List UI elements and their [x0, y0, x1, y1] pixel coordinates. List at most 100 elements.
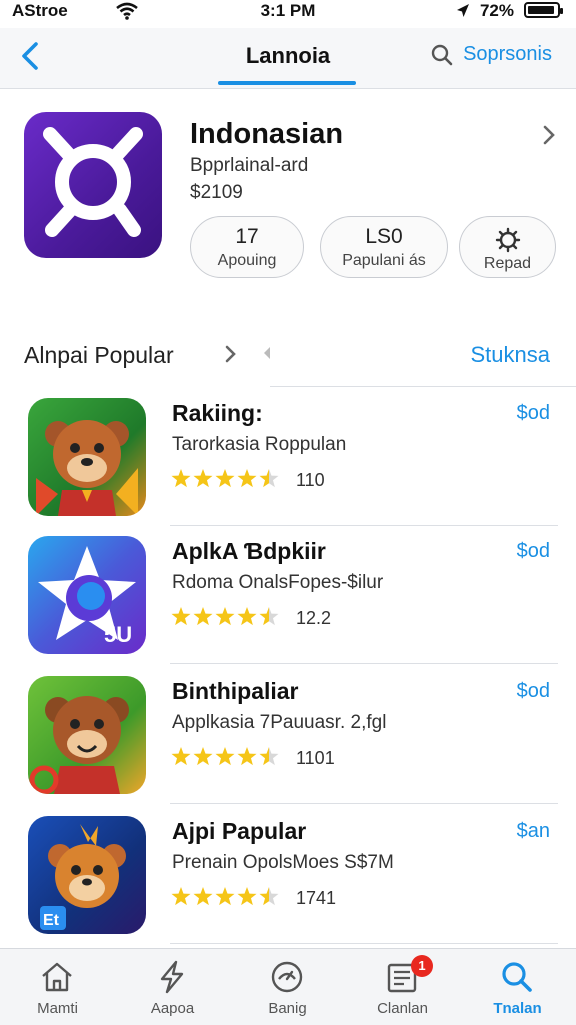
chevron-right-icon[interactable]	[224, 344, 238, 364]
bear-mascot-icon	[36, 420, 138, 516]
tab-label: Clanlan	[377, 1000, 428, 1017]
app-title: Indonasian	[190, 118, 344, 150]
search-icon	[431, 44, 453, 65]
star-icon	[259, 747, 279, 766]
tab-apps[interactable]: Aapoa	[115, 949, 230, 1025]
star-icon	[237, 747, 257, 766]
status-bar: AStroe 3:1 PM 72%	[0, 0, 576, 28]
nav-title-indicator	[218, 81, 356, 85]
tab-news[interactable]: 1 Clanlan	[345, 949, 460, 1025]
star-icon	[193, 887, 213, 906]
star-icon	[237, 887, 257, 906]
tab-label: Banig	[268, 1000, 307, 1017]
section-divider	[270, 386, 576, 387]
price-button[interactable]: $od	[517, 402, 550, 425]
app-thumbnail	[28, 676, 146, 794]
star-icon	[237, 469, 257, 488]
app-icon[interactable]	[24, 112, 162, 258]
app-price: $2109	[190, 182, 243, 203]
bear-mascot-icon: Et	[40, 824, 126, 930]
app-name: Ajpi Papular	[172, 818, 307, 844]
star-icon	[193, 469, 213, 488]
rating-count: 1741	[296, 888, 337, 908]
star-rating-icon	[171, 887, 279, 906]
app-thumbnail: Et	[28, 816, 146, 934]
nav-search-label: Soprsonis	[463, 43, 552, 65]
app-logo-icon	[43, 127, 143, 237]
price-button[interactable]: $od	[517, 540, 550, 563]
notification-badge: 1	[411, 955, 433, 977]
tab-label: Mamti	[37, 1000, 78, 1017]
lightning-icon	[160, 960, 184, 994]
popular-pill[interactable]: LS0 Papulani ás	[320, 216, 448, 278]
tab-games[interactable]: Banig	[230, 949, 345, 1025]
popular-pill-value: LS0	[365, 225, 403, 248]
list-item[interactable]: Et Ajpi Papular Prenain OpolsMoes S$7M 1…	[0, 806, 576, 944]
star-icon	[171, 607, 191, 626]
location-icon	[457, 4, 469, 17]
app-name: Binthipaliar	[172, 678, 299, 704]
star-icon	[237, 607, 257, 626]
battery-icon	[524, 2, 563, 18]
nav-search-button[interactable]: Soprsonis	[431, 43, 552, 66]
section-see-all-link[interactable]: Stuknsa	[471, 342, 551, 368]
star-rating-icon	[171, 469, 279, 488]
rating-pill[interactable]: 17 Apouing	[190, 216, 304, 278]
gauge-icon	[271, 961, 303, 993]
nav-bar: Lannoia Soprsonis	[0, 28, 576, 89]
list-item[interactable]: Rakiing: Tarorkasia Roppulan 110 $od	[0, 388, 576, 526]
row-divider	[170, 803, 558, 804]
rating-pill-label: Apouing	[217, 252, 277, 269]
star-icon	[171, 747, 191, 766]
star-icon	[171, 469, 191, 488]
app-description: Rdoma OnalsFopes-$ilur	[172, 572, 384, 593]
search-icon	[502, 962, 532, 992]
star-icon	[171, 887, 191, 906]
home-icon	[42, 962, 72, 992]
svg-text:Et: Et	[43, 912, 60, 929]
app-description: Applkasia 7Pauuasr. 2,fgl	[172, 712, 387, 733]
tab-search[interactable]: Tnalan	[460, 949, 575, 1025]
app-description: Prenain OpolsMoes S$7M	[172, 852, 394, 873]
star-icon	[215, 607, 235, 626]
price-button[interactable]: $od	[517, 680, 550, 703]
report-pill-label: Repad	[483, 255, 532, 272]
tab-home[interactable]: Mamti	[0, 949, 115, 1025]
star-icon	[259, 887, 279, 906]
section-title: Alnpai Popular	[24, 342, 174, 368]
rating-count: 12.2	[296, 608, 332, 628]
star-icon	[259, 607, 279, 626]
app-name: AplkA Ɓdpkiir	[172, 538, 326, 564]
compass-star-icon: 5U	[38, 546, 136, 647]
row-divider	[170, 663, 558, 664]
report-pill[interactable]: Repad	[459, 216, 556, 278]
rating-count: 110	[296, 470, 325, 490]
tab-bar: Mamti Aapoa Banig 1 Clanlan Tnalan	[0, 948, 576, 1025]
rating-count: 1101	[296, 748, 335, 768]
star-icon	[215, 747, 235, 766]
app-thumbnail	[28, 398, 146, 516]
star-rating-icon	[171, 747, 279, 766]
row-divider	[170, 943, 558, 944]
bear-mascot-icon	[29, 696, 129, 794]
chevron-right-icon[interactable]	[542, 124, 556, 146]
svg-text:5U: 5U	[104, 622, 132, 647]
star-icon	[215, 469, 235, 488]
star-icon	[259, 469, 279, 488]
app-name: Rakiing:	[172, 400, 263, 426]
battery-percent: 72%	[479, 1, 514, 20]
gear-icon	[495, 227, 520, 253]
star-icon	[215, 887, 235, 906]
rating-pill-value: 17	[235, 225, 259, 248]
star-icon	[193, 607, 213, 626]
app-description: Tarorkasia Roppulan	[172, 434, 347, 455]
popular-pill-label: Papulani ás	[342, 252, 426, 269]
chevron-left-icon	[264, 347, 270, 359]
tab-label: Tnalan	[493, 1000, 542, 1017]
tab-label: Aapoa	[150, 1000, 195, 1017]
price-button[interactable]: $an	[517, 820, 550, 843]
list-item[interactable]: 5U AplkA Ɓdpkiir Rdoma OnalsFopes-$ilur …	[0, 526, 576, 664]
list-item[interactable]: Binthipaliar Applkasia 7Pauuasr. 2,fgl 1…	[0, 666, 576, 804]
star-icon	[193, 747, 213, 766]
star-rating-icon	[171, 607, 279, 626]
